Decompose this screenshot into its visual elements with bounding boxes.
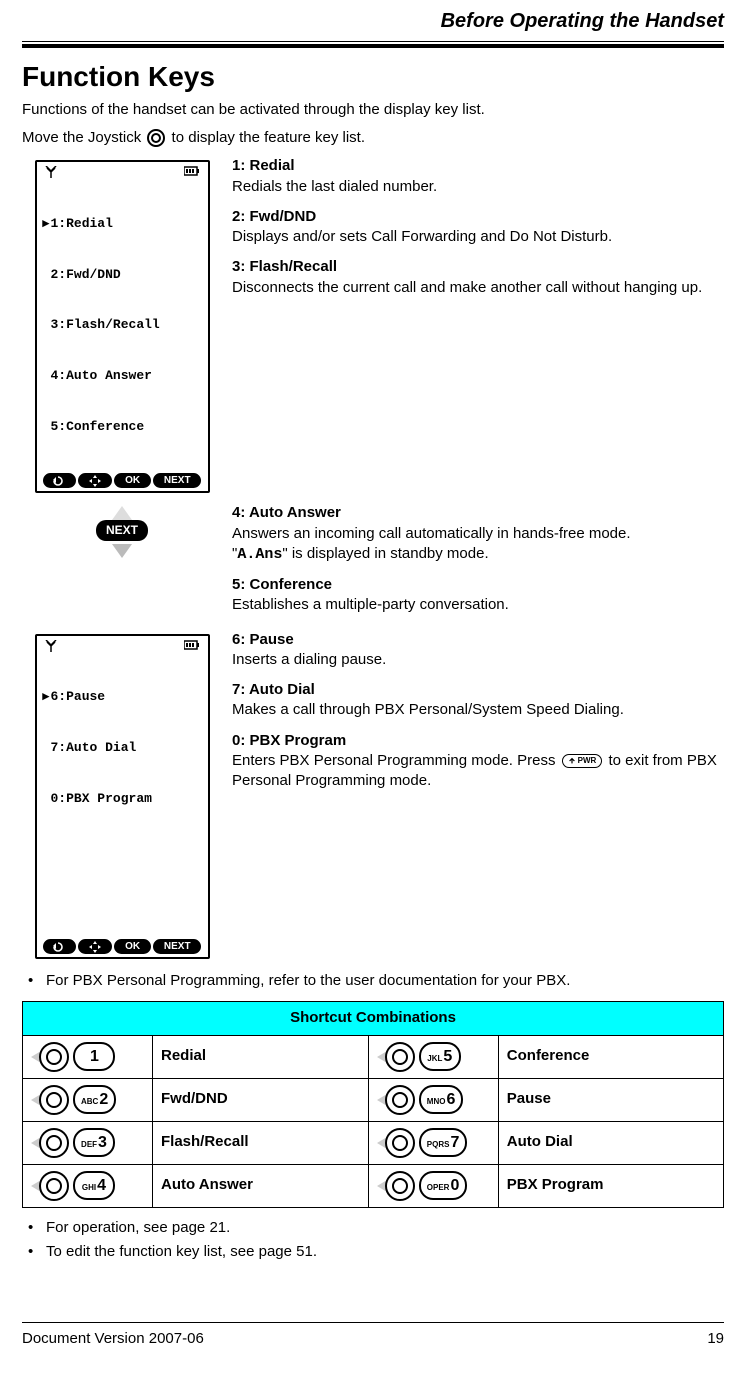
fkey-label: 4: Auto Answer [232, 503, 724, 523]
fkey-label: 3: Flash/Recall [232, 257, 724, 277]
table-row: 1 Redial JKL5 Conference [23, 1035, 724, 1078]
softkey-nav-icon [78, 939, 112, 954]
shortcut-label: Auto Dial [498, 1121, 723, 1164]
fkey-label: 0: PBX Program [232, 731, 724, 751]
shortcut-label: PBX Program [498, 1164, 723, 1207]
fkey-desc: Inserts a dialing pause. [232, 650, 724, 670]
joystick-left-icon [377, 1171, 415, 1201]
fkey-label: 6: Pause [232, 630, 724, 650]
lcd-screen-1: 1:Redial 2:Fwd/DND 3:Flash/Recall 4:Auto… [35, 160, 210, 493]
fkey-desc: Redials the last dialed number. [232, 177, 724, 197]
fkey-desc: Establishes a multiple-party conversatio… [232, 595, 724, 615]
table-row: DEF3 Flash/Recall PQRS7 Auto Dial [23, 1121, 724, 1164]
shortcut-label: Fwd/DND [153, 1078, 369, 1121]
joystick-left-icon [377, 1042, 415, 1072]
page-footer: Document Version 2007-06 19 [22, 1322, 724, 1349]
keypad-key: ABC2 [73, 1085, 116, 1115]
softkey-nav-icon [78, 473, 112, 488]
keypad-key: OPER0 [419, 1171, 468, 1201]
fkey-label: 7: Auto Dial [232, 680, 724, 700]
fkey-desc: Disconnects the current call and make an… [232, 278, 724, 298]
page-number: 19 [707, 1329, 724, 1349]
joystick-left-icon [31, 1171, 69, 1201]
lcd1-line: 5:Conference [43, 419, 202, 436]
joystick-left-icon [31, 1128, 69, 1158]
shortcut-label: Redial [153, 1035, 369, 1078]
softkey-back-icon [43, 473, 77, 488]
header-rule [22, 41, 724, 48]
joystick-left-icon [31, 1085, 69, 1115]
fkey-desc: Answers an incoming call automatically i… [232, 524, 724, 566]
softkey-next: NEXT [153, 473, 202, 488]
keypad-key: DEF3 [73, 1128, 115, 1158]
fkey-label: 2: Fwd/DND [232, 207, 724, 227]
arrow-up-icon [112, 506, 132, 520]
lcd2-line: 0:PBX Program [43, 791, 202, 808]
note-item: For operation, see page 21. [22, 1218, 724, 1238]
doc-version: Document Version 2007-06 [22, 1329, 204, 1349]
fkey-label: 1: Redial [232, 156, 724, 176]
table-header: Shortcut Combinations [23, 1002, 724, 1035]
joystick-left-icon [31, 1042, 69, 1072]
table-row: GHI4 Auto Answer OPER0 PBX Program [23, 1164, 724, 1207]
fkey-desc: Enters PBX Personal Programming mode. Pr… [232, 751, 724, 792]
softkey-next: NEXT [153, 939, 202, 954]
lcd1-line: 1:Redial [43, 216, 202, 233]
intro-line-2: Move the Joystick to display the feature… [22, 128, 724, 148]
chapter-title: Before Operating the Handset [22, 8, 724, 35]
next-badge: NEXT [96, 520, 148, 540]
keypad-key: PQRS7 [419, 1128, 468, 1158]
joystick-left-icon [377, 1128, 415, 1158]
keypad-key: MNO6 [419, 1085, 464, 1115]
shortcut-label: Pause [498, 1078, 723, 1121]
shortcut-table: Shortcut Combinations 1 Redial JKL5 Confere… [22, 1001, 724, 1207]
note-item: To edit the function key list, see page … [22, 1242, 724, 1262]
intro-line-1: Functions of the handset can be activate… [22, 100, 724, 120]
antenna-icon [45, 640, 57, 652]
joystick-icon [147, 129, 165, 147]
softkey-ok: OK [114, 939, 151, 954]
lcd2-line: 7:Auto Dial [43, 740, 202, 757]
arrow-down-icon [112, 544, 132, 558]
note-item: For PBX Personal Programming, refer to t… [22, 971, 724, 991]
fkey-desc: Makes a call through PBX Personal/System… [232, 700, 724, 720]
power-button-icon: PWR [562, 754, 603, 769]
shortcut-label: Auto Answer [153, 1164, 369, 1207]
lcd1-line: 4:Auto Answer [43, 368, 202, 385]
lcd1-line: 2:Fwd/DND [43, 267, 202, 284]
table-row: ABC2 Fwd/DND MNO6 Pause [23, 1078, 724, 1121]
keypad-key: 1 [73, 1042, 115, 1072]
fkey-desc: Displays and/or sets Call Forwarding and… [232, 227, 724, 247]
softkey-back-icon [43, 939, 77, 954]
joystick-left-icon [377, 1085, 415, 1115]
lcd-screen-2: 6:Pause 7:Auto Dial 0:PBX Program OK NEX… [35, 634, 210, 959]
lcd1-line: 3:Flash/Recall [43, 317, 202, 334]
shortcut-label: Flash/Recall [153, 1121, 369, 1164]
keypad-key: JKL5 [419, 1042, 461, 1072]
section-title: Function Keys [22, 58, 724, 96]
page-header: Before Operating the Handset [22, 0, 724, 48]
antenna-icon [45, 166, 57, 178]
softkey-ok: OK [114, 473, 151, 488]
fkey-label: 5: Conference [232, 575, 724, 595]
keypad-key: GHI4 [73, 1171, 115, 1201]
battery-icon [184, 640, 200, 650]
lcd2-line: 6:Pause [43, 689, 202, 706]
shortcut-label: Conference [498, 1035, 723, 1078]
battery-icon [184, 166, 200, 176]
